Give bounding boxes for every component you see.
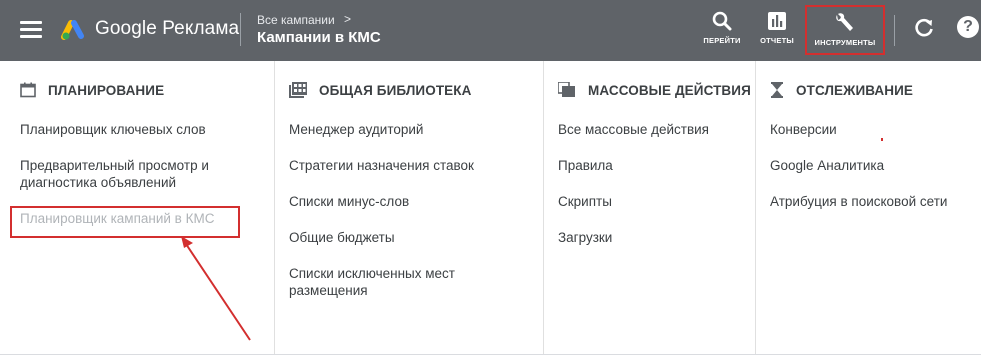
brand-name: Google Реклама — [95, 18, 240, 39]
menu-item-keyword-planner[interactable]: Планировщик ключевых слов — [20, 121, 266, 138]
help-icon[interactable]: ? — [957, 16, 979, 38]
breadcrumb-chevron-icon: > — [344, 12, 352, 26]
bar-chart-icon — [768, 12, 786, 30]
menu-item-ad-preview[interactable]: Предварительный просмотр и диагностика о… — [20, 157, 266, 191]
bulk-title: МАССОВЫЕ ДЕЙСТВИЯ — [588, 82, 751, 98]
breadcrumb-parent[interactable]: Все кампании — [257, 13, 335, 27]
menu-column-bulk: МАССОВЫЕ ДЕЙСТВИЯ Все массовые действия … — [544, 61, 756, 362]
tracking-title: ОТСЛЕЖИВАНИЕ — [796, 82, 914, 98]
bulk-actions-icon — [558, 82, 575, 97]
planning-title: ПЛАНИРОВАНИЕ — [48, 82, 165, 98]
top-bar: Google Реклама Все кампании > Кампании в… — [0, 0, 981, 61]
tracking-header: ОТСЛЕЖИВАНИЕ — [770, 81, 913, 99]
menu-column-library: ОБЩАЯ БИБЛИОТЕКА Менеджер аудиторий Стра… — [275, 61, 544, 362]
menu-item-uploads[interactable]: Загрузки — [558, 229, 747, 246]
annotation-dot — [881, 138, 883, 141]
menu-item-rules[interactable]: Правила — [558, 157, 747, 174]
tools-button[interactable]: ИНСТРУМЕНТЫ — [805, 5, 885, 55]
menu-item-google-analytics[interactable]: Google Аналитика — [770, 157, 973, 174]
menu-icon[interactable] — [20, 21, 42, 39]
wrench-icon — [836, 13, 853, 32]
bulk-header: МАССОВЫЕ ДЕЙСТВИЯ — [558, 81, 751, 99]
header-divider — [240, 13, 241, 46]
menu-item-conversions[interactable]: Конверсии — [770, 121, 973, 138]
calendar-icon — [20, 82, 36, 98]
menu-item-negative-keywords[interactable]: Списки минус-слов — [289, 193, 535, 210]
search-icon — [712, 11, 732, 31]
menu-item-audience-manager[interactable]: Менеджер аудиторий — [289, 121, 535, 138]
goto-label: ПЕРЕЙТИ — [703, 36, 741, 45]
reports-button[interactable]: ОТЧЕТЫ — [757, 10, 797, 45]
menu-column-tracking: ОТСЛЕЖИВАНИЕ Конверсии Google Аналитика … — [756, 61, 981, 362]
tools-label: ИНСТРУМЕНТЫ — [814, 38, 876, 47]
tools-menu-panel: ПЛАНИРОВАНИЕ Планировщик ключевых слов П… — [0, 61, 981, 362]
underlying-table-edge — [0, 354, 981, 362]
library-icon — [289, 82, 307, 98]
annotation-highlight-box — [10, 206, 240, 238]
library-header: ОБЩАЯ БИБЛИОТЕКА — [289, 81, 471, 99]
menu-item-all-bulk-actions[interactable]: Все массовые действия — [558, 121, 747, 138]
menu-item-shared-budgets[interactable]: Общие бюджеты — [289, 229, 535, 246]
reports-label: ОТЧЕТЫ — [760, 36, 794, 45]
planning-header: ПЛАНИРОВАНИЕ — [20, 81, 164, 99]
google-ads-logo-icon — [61, 20, 84, 40]
breadcrumb-current[interactable]: Кампании в КМС — [257, 29, 381, 46]
menu-item-placement-exclusions[interactable]: Списки исключенных мест размещения — [289, 265, 535, 299]
header-divider-right — [894, 15, 895, 46]
library-title: ОБЩАЯ БИБЛИОТЕКА — [319, 82, 472, 98]
menu-item-search-attribution[interactable]: Атрибуция в поисковой сети — [770, 193, 973, 210]
goto-button[interactable]: ПЕРЕЙТИ — [702, 10, 742, 45]
menu-item-scripts[interactable]: Скрипты — [558, 193, 747, 210]
refresh-icon[interactable] — [913, 17, 935, 39]
hourglass-icon — [771, 82, 783, 98]
menu-item-bid-strategies[interactable]: Стратегии назначения ставок — [289, 157, 535, 174]
